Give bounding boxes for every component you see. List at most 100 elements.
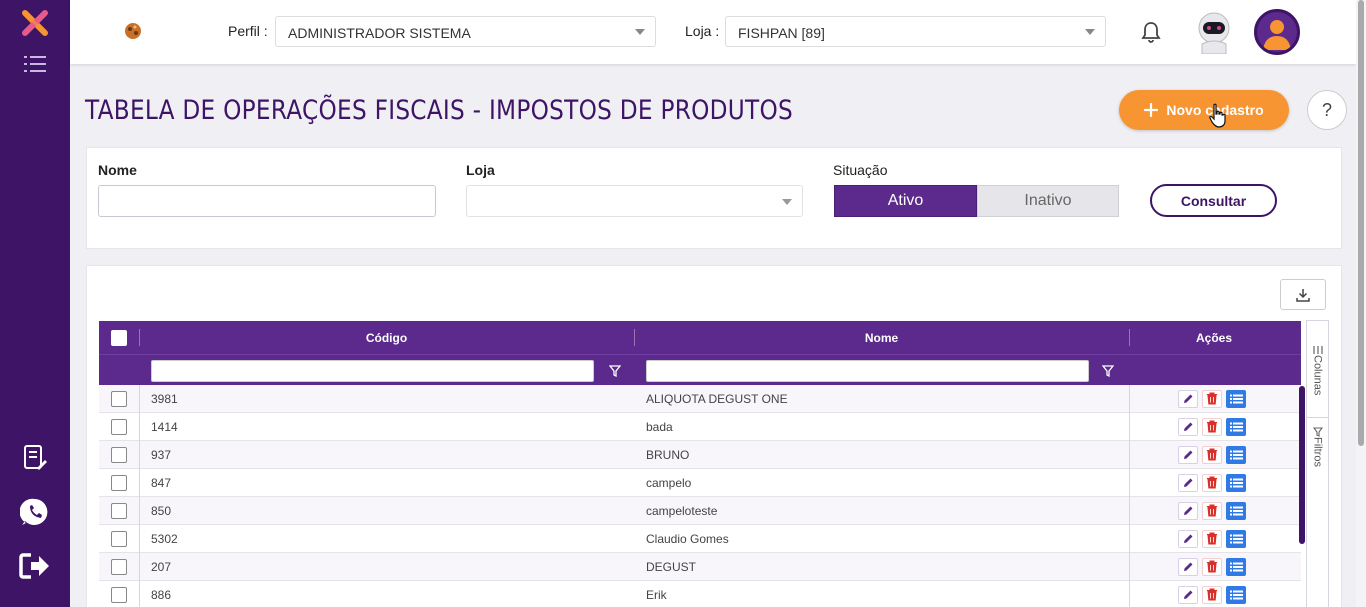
- pencil-icon[interactable]: [1178, 473, 1198, 492]
- consult-button[interactable]: Consultar: [1150, 184, 1277, 217]
- app-logo-icon[interactable]: [0, 8, 70, 38]
- plus-icon: [1144, 103, 1159, 117]
- status-active-toggle[interactable]: Ativo: [834, 185, 977, 217]
- row-checkbox[interactable]: [111, 502, 127, 519]
- logout-icon[interactable]: [0, 551, 70, 581]
- grid-scrollbar[interactable]: [1298, 386, 1306, 546]
- trash-icon[interactable]: [1202, 585, 1222, 604]
- help-button[interactable]: ?: [1307, 90, 1347, 130]
- row-actions: [1178, 497, 1246, 524]
- funnel-icon[interactable]: [608, 364, 622, 382]
- trash-icon[interactable]: [1202, 445, 1222, 464]
- row-actions: [1178, 525, 1246, 552]
- row-checkbox-cell: [111, 497, 127, 524]
- data-grid: Código Nome Ações 3981 ALIQUOTA DEGUST O…: [99, 321, 1301, 607]
- row-name: campelo: [646, 475, 692, 490]
- profile-select[interactable]: ADMINISTRADOR SISTEMA: [275, 16, 656, 47]
- row-code: 1414: [151, 419, 178, 434]
- table-row[interactable]: 1414 bada: [99, 413, 1301, 441]
- user-avatar[interactable]: [1254, 9, 1300, 55]
- columns-side-tab[interactable]: Colunas: [1307, 345, 1328, 395]
- new-record-button[interactable]: Novo cadastro: [1119, 90, 1289, 130]
- row-name: bada: [646, 419, 673, 434]
- trash-icon[interactable]: [1202, 417, 1222, 436]
- download-icon: [1296, 288, 1310, 302]
- chevron-down-icon: [635, 29, 645, 35]
- table-row[interactable]: 207 DEGUST: [99, 553, 1301, 581]
- filters-side-tab[interactable]: Filtros: [1307, 427, 1328, 467]
- store-filter-select[interactable]: [466, 185, 803, 217]
- row-actions: [1178, 385, 1246, 412]
- pencil-icon[interactable]: [1178, 417, 1198, 436]
- name-column-filter-input[interactable]: [646, 360, 1089, 382]
- page-scrollbar[interactable]: [1356, 0, 1366, 607]
- menu-icon[interactable]: [0, 53, 70, 75]
- select-all-checkbox[interactable]: [111, 329, 127, 346]
- row-checkbox-cell: [111, 413, 127, 440]
- top-bar: Perfil : ADMINISTRADOR SISTEMA Loja : FI…: [70, 0, 1356, 64]
- user-icon: [1263, 20, 1291, 50]
- funnel-icon: [1312, 427, 1323, 437]
- grid-scrollbar-thumb[interactable]: [1299, 386, 1305, 544]
- row-checkbox[interactable]: [111, 530, 127, 547]
- bell-icon[interactable]: [1141, 21, 1161, 48]
- trash-icon[interactable]: [1202, 557, 1222, 576]
- table-row[interactable]: 3981 ALIQUOTA DEGUST ONE: [99, 385, 1301, 413]
- funnel-icon[interactable]: [1101, 364, 1115, 382]
- list-icon[interactable]: [1226, 585, 1246, 604]
- trash-icon[interactable]: [1202, 389, 1222, 408]
- row-name: Claudio Gomes: [646, 531, 729, 546]
- row-checkbox[interactable]: [111, 474, 127, 491]
- table-row[interactable]: 850 campeloteste: [99, 497, 1301, 525]
- row-code: 207: [151, 559, 172, 574]
- table-row[interactable]: 886 Erik: [99, 581, 1301, 607]
- pencil-icon[interactable]: [1178, 389, 1198, 408]
- document-edit-icon[interactable]: [0, 443, 70, 473]
- column-header-actions: Ações: [1195, 330, 1233, 345]
- row-checkbox[interactable]: [111, 390, 127, 407]
- pencil-icon[interactable]: [1178, 557, 1198, 576]
- profile-select-value: ADMINISTRADOR SISTEMA: [288, 25, 471, 41]
- row-checkbox[interactable]: [111, 446, 127, 463]
- pencil-icon[interactable]: [1178, 529, 1198, 548]
- select-all-cell: [99, 321, 139, 354]
- row-checkbox[interactable]: [111, 558, 127, 575]
- pencil-icon[interactable]: [1178, 445, 1198, 464]
- trash-icon[interactable]: [1202, 529, 1222, 548]
- list-icon[interactable]: [1226, 389, 1246, 408]
- table-row[interactable]: 847 campelo: [99, 469, 1301, 497]
- table-row[interactable]: 5302 Claudio Gomes: [99, 525, 1301, 553]
- name-filter-input[interactable]: [98, 185, 436, 217]
- row-code: 5302: [151, 531, 178, 546]
- store-select[interactable]: FISHPAN [89]: [725, 16, 1106, 47]
- list-icon[interactable]: [1226, 445, 1246, 464]
- list-icon[interactable]: [1226, 417, 1246, 436]
- trash-icon[interactable]: [1202, 473, 1222, 492]
- page-scrollbar-thumb[interactable]: [1358, 0, 1364, 446]
- column-header-code[interactable]: Código: [139, 321, 634, 354]
- table-row[interactable]: 937 BRUNO: [99, 441, 1301, 469]
- export-button[interactable]: [1280, 279, 1326, 310]
- grid-side-toolbar: Colunas Filtros: [1306, 320, 1329, 607]
- sidebar: [0, 0, 70, 607]
- row-checkbox[interactable]: [111, 586, 127, 603]
- pencil-icon[interactable]: [1178, 585, 1198, 604]
- row-code: 886: [151, 587, 172, 602]
- filters-tab-label: Filtros: [1311, 437, 1324, 467]
- list-icon[interactable]: [1226, 529, 1246, 548]
- row-checkbox[interactable]: [111, 418, 127, 435]
- row-actions: [1178, 413, 1246, 440]
- list-icon[interactable]: [1226, 501, 1246, 520]
- status-inactive-toggle[interactable]: Inativo: [977, 185, 1119, 217]
- row-checkbox-cell: [111, 385, 127, 412]
- chevron-down-icon: [1085, 29, 1095, 35]
- robot-avatar[interactable]: [1194, 10, 1234, 59]
- pencil-icon[interactable]: [1178, 501, 1198, 520]
- code-column-filter-input[interactable]: [151, 360, 594, 382]
- whatsapp-icon[interactable]: [0, 496, 70, 528]
- list-icon[interactable]: [1226, 473, 1246, 492]
- trash-icon[interactable]: [1202, 501, 1222, 520]
- column-header-name[interactable]: Nome: [634, 321, 1129, 354]
- list-icon[interactable]: [1226, 557, 1246, 576]
- columns-tab-label: Colunas: [1311, 355, 1324, 396]
